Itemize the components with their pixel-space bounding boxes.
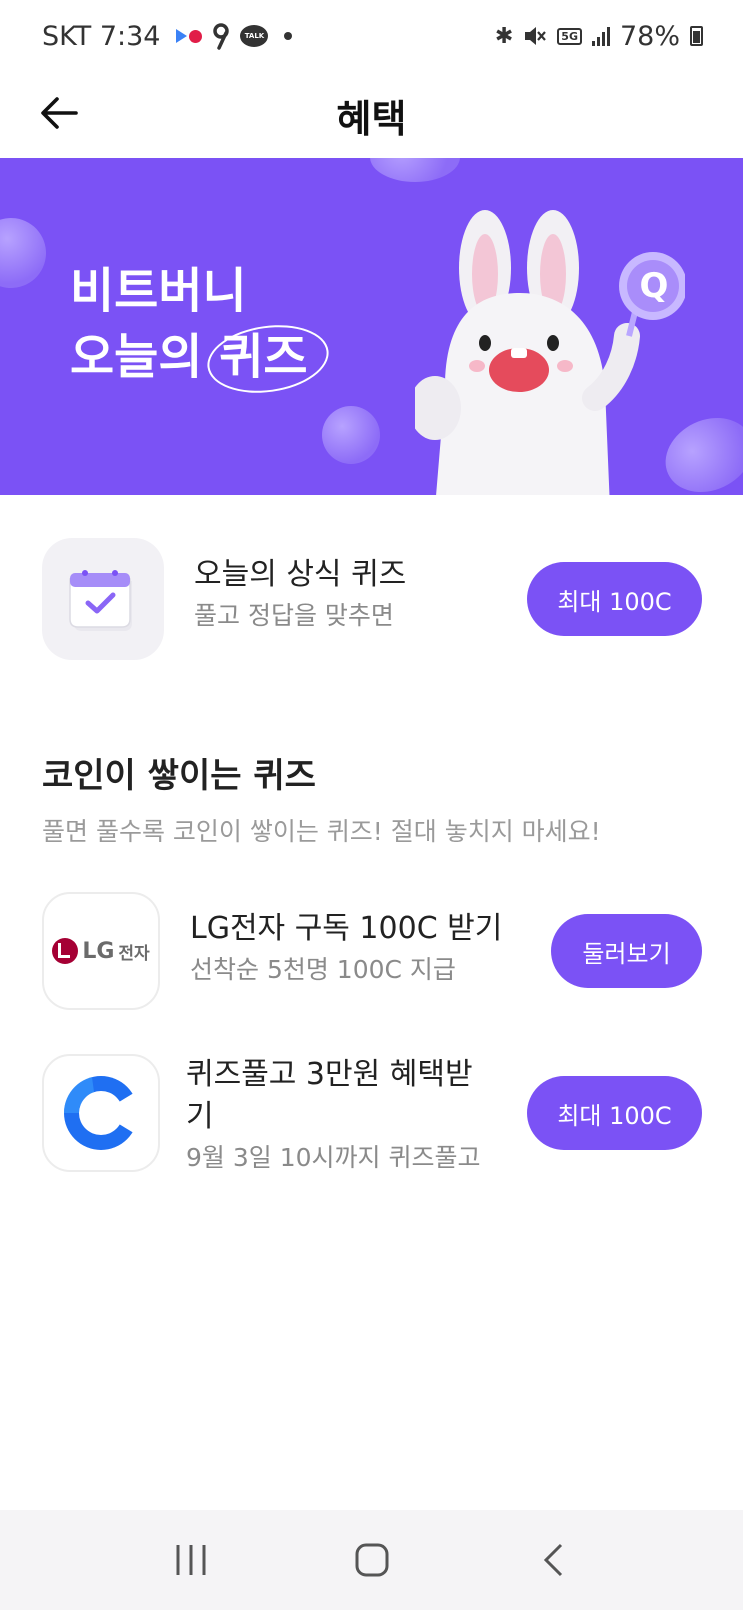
more-notifications-dot [284, 32, 293, 40]
home-button[interactable] [342, 1530, 402, 1590]
home-icon [355, 1543, 388, 1577]
carrier-time: SKT 7:34 [42, 20, 161, 52]
offer-subtitle: 선착순 5천명 100C 지급 [190, 955, 456, 984]
daily-quiz-title: 오늘의 상식 퀴즈 [194, 557, 407, 592]
daily-quiz-text: 오늘의 상식 퀴즈 풀고 정답을 맞추면 [194, 554, 406, 634]
banner-title-prefix: 오늘의 [70, 329, 220, 385]
c-logo-tile [42, 1054, 160, 1172]
banner-title-line2: 오늘의 퀴즈 [70, 324, 308, 390]
mute-icon [525, 27, 547, 45]
recent-apps-icon [176, 1545, 205, 1575]
battery-percent: 78% [619, 20, 680, 52]
q-badge-letter: Q [639, 266, 669, 306]
offer-text: LG전자 구독 100C 받기 선착순 5천명 100C 지급 [190, 908, 502, 988]
offer-title-line1: 퀴즈풀고 3만원 혜택받 [186, 1057, 473, 1092]
battery-icon [690, 26, 703, 46]
page-title: 혜택 [336, 96, 407, 141]
kakaotalk-icon: TALK [240, 25, 269, 47]
app-header: 혜택 [0, 72, 743, 158]
banner-title-circled: 퀴즈 [219, 324, 307, 390]
calendar-check-icon [69, 570, 132, 631]
browse-button[interactable]: 둘러보기 [551, 914, 702, 988]
arrow-left-icon [41, 97, 78, 129]
recent-apps-button[interactable] [161, 1530, 221, 1590]
offer-item-lg[interactable]: LG 전자 LG전자 구독 100C 받기 선착순 5천명 100C 지급 둘러… [0, 892, 743, 1012]
system-nav-bar [0, 1510, 743, 1610]
back-button[interactable] [36, 90, 82, 136]
calendar-icon-tile [42, 538, 164, 660]
lg-symbol-icon [52, 938, 79, 964]
offer-text: 퀴즈풀고 3만원 혜택받 기 9월 3일 10시까지 퀴즈풀고 [186, 1054, 480, 1176]
offer-item-quiz[interactable]: 퀴즈풀고 3만원 혜택받 기 9월 3일 10시까지 퀴즈풀고 최대 100C [0, 1054, 743, 1174]
status-bar: SKT 7:34 TALK ✱ 5G 78% [0, 0, 743, 72]
network-badge: 5G [557, 27, 582, 45]
coin-decoration [370, 158, 460, 182]
c-logo-icon [63, 1076, 140, 1150]
lg-logo: LG 전자 [52, 938, 150, 964]
offer-title-line2: 기 [186, 1099, 214, 1134]
banner-title: 비트버니 오늘의 퀴즈 [70, 258, 308, 390]
lg-logo-ko: 전자 [118, 943, 150, 964]
daily-quiz-subtitle: 풀고 정답을 맞추면 [194, 601, 394, 630]
rabbit-mascot-illustration [415, 210, 685, 495]
status-left: SKT 7:34 TALK [42, 20, 293, 52]
flickr-icon [176, 29, 203, 43]
offer-subtitle: 9월 3일 10시까지 퀴즈풀고 [186, 1143, 481, 1172]
quiz-banner[interactable]: 비트버니 오늘의 퀴즈 Q [0, 158, 743, 495]
bluetooth-icon: ✱ [494, 23, 514, 49]
status-right: ✱ 5G 78% [495, 21, 703, 52]
section-title: 코인이 쌓이는 퀴즈 [42, 756, 316, 796]
offer-title: LG전자 구독 100C 받기 [190, 911, 503, 946]
notification-icons: TALK [176, 22, 293, 50]
nine-icon [213, 23, 230, 50]
section-description: 풀면 풀수록 코인이 쌓이는 퀴즈! 절대 놓치지 마세요! [42, 817, 601, 846]
lg-logo-text: LG [82, 938, 115, 964]
quiz-reward-button[interactable]: 최대 100C [527, 1076, 702, 1150]
lg-logo-tile: LG 전자 [42, 892, 160, 1010]
banner-title-line1: 비트버니 [70, 263, 247, 319]
chevron-left-icon [543, 1543, 562, 1577]
coin-decoration [0, 205, 59, 301]
nav-back-button[interactable] [523, 1530, 583, 1590]
daily-quiz-row[interactable]: 오늘의 상식 퀴즈 풀고 정답을 맞추면 최대 100C [0, 537, 743, 661]
daily-quiz-reward-button[interactable]: 최대 100C [527, 562, 702, 636]
signal-icon [591, 26, 610, 46]
coin-decoration [322, 406, 380, 464]
